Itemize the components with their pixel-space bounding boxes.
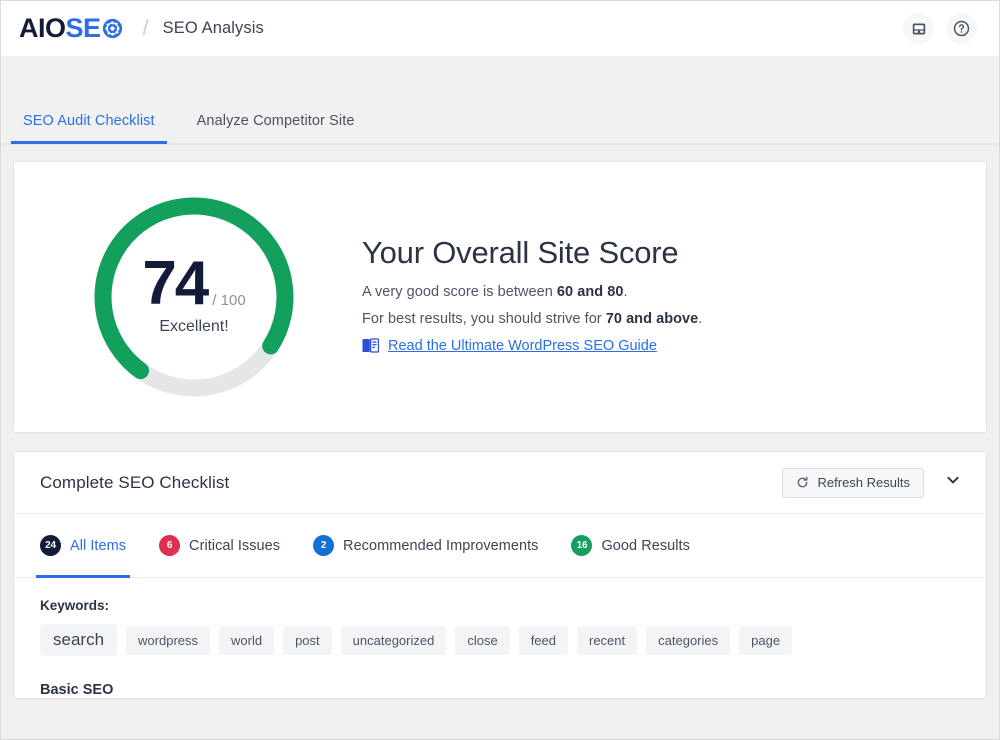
filter-count-badge: 6	[159, 535, 181, 556]
score-gauge-wrapper: 74 / 100 Excellent!	[44, 191, 344, 403]
score-hint-2-bold: 70 and above	[605, 310, 699, 327]
filter-label: Good Results	[601, 537, 690, 554]
aioseo-logo[interactable]: AIO SE	[19, 15, 123, 42]
score-hint-1-bold: 60 and 80	[556, 283, 624, 300]
ultimate-seo-guide-link[interactable]: Read the Ultimate WordPress SEO Guide	[388, 338, 657, 354]
breadcrumb-separator: /	[142, 14, 149, 40]
gear-icon	[102, 18, 123, 39]
app-window: AIO SE / SEO Analysis SEO Audit Checklis…	[0, 0, 1000, 740]
keyword-chip[interactable]: categories	[646, 625, 731, 655]
keyword-chip[interactable]: close	[455, 625, 510, 655]
keyword-chip[interactable]: post	[283, 625, 332, 655]
top-bar: AIO SE / SEO Analysis	[1, 1, 999, 57]
refresh-icon	[796, 476, 809, 489]
keyword-chip[interactable]: uncategorized	[340, 625, 447, 655]
keyword-chip[interactable]: search	[40, 624, 118, 656]
logo-text-seo: SE	[66, 15, 123, 42]
refresh-results-button[interactable]: Refresh Results	[781, 467, 924, 498]
chevron-down-icon	[945, 472, 961, 493]
tab-label: Analyze Competitor Site	[196, 113, 355, 129]
tab-label: SEO Audit Checklist	[23, 113, 155, 129]
score-donut-chart	[94, 197, 294, 397]
refresh-results-label: Refresh Results	[817, 475, 910, 490]
filter-all-items[interactable]: 24 All Items	[35, 514, 131, 578]
gauge-value-arc	[94, 197, 294, 397]
score-gauge: 74 / 100 Excellent!	[88, 191, 300, 403]
page-title: SEO Analysis	[162, 19, 264, 37]
checklist-header: Complete SEO Checklist Refresh Results	[14, 452, 986, 514]
score-description: Your Overall Site Score A very good scor…	[344, 235, 702, 360]
keyword-chip[interactable]: wordpress	[126, 625, 210, 655]
score-hint-line-1: A very good score is between 60 and 80.	[362, 284, 702, 300]
tab-seo-audit-checklist[interactable]: SEO Audit Checklist	[11, 113, 167, 144]
score-hint-line-2: For best results, you should strive for …	[362, 311, 702, 327]
score-hint-1-pre: A very good score is between	[362, 283, 557, 300]
keyword-chip[interactable]: page	[739, 625, 793, 655]
tab-bar: SEO Audit Checklist Analyze Competitor S…	[1, 57, 999, 145]
help-circle-icon	[953, 20, 970, 37]
checklist-filter-tabs: 24 All Items 6 Critical Issues 2 Recomme…	[14, 514, 986, 578]
keyword-chip[interactable]: recent	[577, 625, 638, 655]
filter-critical-issues[interactable]: 6 Critical Issues	[159, 514, 280, 577]
basic-seo-section-heading: Basic SEO	[40, 682, 114, 698]
keyword-chip[interactable]: world	[219, 625, 275, 655]
keywords-section: Keywords: search wordpress world post un…	[14, 578, 986, 656]
filter-count-badge: 24	[40, 535, 61, 556]
filter-count-badge: 16	[571, 535, 593, 556]
help-button[interactable]	[946, 13, 977, 44]
site-score-card: 74 / 100 Excellent! Your Overall Site Sc…	[13, 161, 987, 433]
filter-count-badge: 2	[313, 535, 335, 556]
filter-recommended-improvements[interactable]: 2 Recommended Improvements	[313, 514, 538, 577]
score-hint-2-post: .	[698, 310, 703, 327]
filter-good-results[interactable]: 16 Good Results	[571, 514, 690, 577]
score-hint-2-pre: For best results, you should strive for	[362, 310, 606, 327]
filter-label: All Items	[70, 537, 127, 554]
notifications-icon	[911, 21, 927, 37]
checklist-title: Complete SEO Checklist	[40, 472, 230, 492]
filter-label: Critical Issues	[189, 537, 281, 554]
book-icon	[362, 338, 380, 353]
seo-checklist-card: Complete SEO Checklist Refresh Results 2…	[13, 451, 987, 699]
guide-link-row: Read the Ultimate WordPress SEO Guide	[362, 338, 702, 354]
filter-label: Recommended Improvements	[343, 537, 539, 554]
keyword-chip-list: search wordpress world post uncategorize…	[40, 624, 960, 656]
keywords-heading: Keywords:	[40, 598, 110, 613]
keyword-chip[interactable]: feed	[518, 625, 568, 655]
tab-analyze-competitor-site[interactable]: Analyze Competitor Site	[191, 113, 361, 144]
score-hint-1-post: .	[623, 283, 628, 300]
page-content: 74 / 100 Excellent! Your Overall Site Sc…	[1, 145, 999, 699]
logo-text-aio: AIO	[19, 13, 66, 43]
score-heading: Your Overall Site Score	[362, 234, 679, 270]
collapse-toggle-button[interactable]	[938, 468, 968, 498]
logo-text-se: SE	[65, 13, 102, 43]
notifications-button[interactable]	[903, 13, 934, 44]
